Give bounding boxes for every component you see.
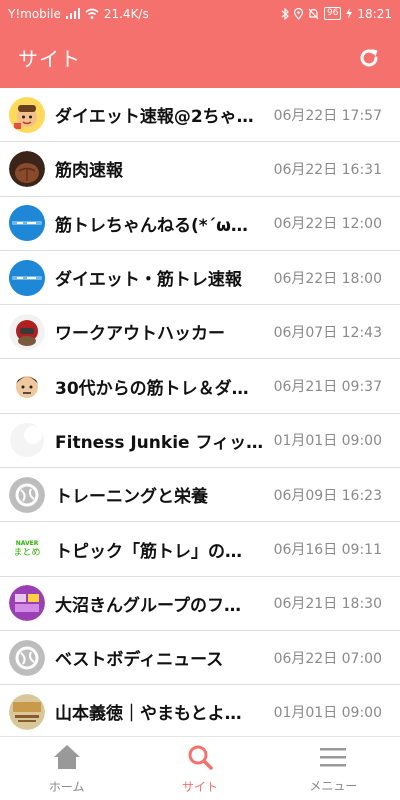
site-name: ダイエット速報@2ちゃ… — [55, 107, 254, 128]
list-item[interactable]: 山本義徳｜やまもとよ… 01月01日 09:00 — [0, 685, 400, 736]
site-date: 06月21日 09:37 — [273, 379, 382, 396]
list-item[interactable]: ベストボディニュース 06月22日 07:00 — [0, 631, 400, 686]
list-item[interactable]: 筋肉速報 06月22日 16:31 — [0, 142, 400, 197]
list-item[interactable]: ワークアウトハッカー 06月07日 12:43 — [0, 305, 400, 360]
battery-icon: 96 — [323, 7, 342, 20]
list-item[interactable]: 筋トレちゃんねる(*´ω… 06月22日 12:00 — [0, 197, 400, 251]
site-avatar — [9, 259, 45, 296]
app-bar: サイト — [0, 27, 400, 88]
site-name: 筋肉速報 — [55, 161, 123, 182]
list-item[interactable]: トレーニングと栄養 06月09日 16:23 — [0, 468, 400, 523]
site-date: 06月22日 07:00 — [273, 650, 382, 667]
site-name: Fitness Junkie フィッ… — [55, 432, 264, 453]
site-avatar — [9, 368, 45, 405]
site-avatar — [9, 313, 45, 350]
tab-menu[interactable]: メニュー — [267, 737, 400, 800]
site-avatar: NAVER まとめ — [9, 531, 45, 567]
tab-label: メニュー — [309, 778, 358, 793]
carrier-label: Y!mobile — [8, 6, 61, 21]
page-title: サイト — [18, 47, 81, 71]
list-item[interactable]: 30代からの筋トレ＆ダ… 06月21日 09:37 — [0, 359, 400, 414]
refresh-icon[interactable] — [356, 45, 382, 71]
site-date: 06月22日 12:00 — [273, 216, 382, 233]
location-icon — [293, 7, 303, 20]
site-name: 筋トレちゃんねる(*´ω… — [55, 215, 248, 236]
site-list: ダイエット速報@2ちゃ… 06月22日 17:57 筋肉速報 06月22日 16… — [0, 88, 400, 736]
menu-icon — [318, 744, 348, 774]
home-icon — [52, 743, 82, 775]
site-date: 06月22日 18:00 — [273, 270, 382, 287]
site-avatar — [9, 150, 45, 187]
tab-site[interactable]: サイト — [133, 737, 266, 800]
site-date: 06月22日 17:57 — [273, 107, 382, 124]
site-avatar — [9, 205, 45, 242]
site-date: 01月01日 09:00 — [273, 433, 382, 450]
site-name: 30代からの筋トレ＆ダ… — [55, 378, 249, 399]
tab-label: ホーム — [48, 779, 85, 794]
site-name: 大沼きんグループのフ… — [55, 595, 241, 616]
site-date: 06月16日 09:11 — [273, 542, 382, 559]
site-date: 06月09日 16:23 — [273, 487, 382, 504]
tab-label: サイト — [181, 779, 218, 794]
list-item[interactable]: ダイエット速報@2ちゃ… 06月22日 17:57 — [0, 88, 400, 143]
list-item[interactable]: 大沼きんグループのフ… 06月21日 18:30 — [0, 577, 400, 631]
site-avatar — [9, 476, 45, 513]
naver-label: NAVER — [15, 539, 39, 547]
matome-label: まとめ — [13, 547, 41, 558]
wifi-icon — [85, 8, 99, 19]
site-avatar — [9, 422, 45, 458]
bottom-tab-bar: ホーム サイト メニュー — [0, 736, 400, 800]
status-bar: Y!mobile 21.4K/s 96 18:21 — [0, 0, 400, 27]
site-name: ワークアウトハッカー — [55, 324, 225, 345]
site-date: 06月07日 12:43 — [273, 324, 382, 341]
site-name: トレーニングと栄養 — [55, 487, 208, 508]
site-name: トピック「筋トレ」の… — [55, 541, 242, 562]
site-date: 06月21日 18:30 — [273, 596, 382, 613]
list-item[interactable]: NAVER まとめ トピック「筋トレ」の… 06月16日 09:11 — [0, 522, 400, 577]
clock: 18:21 — [357, 6, 392, 21]
site-name: 山本義徳｜やまもとよ… — [55, 704, 242, 725]
list-item[interactable]: Fitness Junkie フィッ… 01月01日 09:00 — [0, 414, 400, 469]
charging-icon — [346, 8, 353, 19]
site-date: 01月01日 09:00 — [273, 704, 382, 721]
site-name: ダイエット・筋トレ速報 — [55, 270, 242, 291]
site-date: 06月22日 16:31 — [273, 161, 382, 178]
site-avatar — [9, 585, 45, 622]
site-avatar — [9, 693, 45, 730]
mute-icon — [308, 8, 319, 20]
bluetooth-icon — [281, 7, 289, 20]
tab-home[interactable]: ホーム — [0, 737, 133, 800]
signal-icon — [65, 8, 80, 19]
list-item[interactable]: ダイエット・筋トレ速報 06月22日 18:00 — [0, 251, 400, 306]
site-avatar — [9, 96, 45, 133]
site-avatar — [9, 639, 45, 676]
search-icon — [186, 743, 214, 775]
site-name: ベストボディニュース — [55, 650, 224, 671]
network-speed: 21.4K/s — [103, 6, 149, 21]
